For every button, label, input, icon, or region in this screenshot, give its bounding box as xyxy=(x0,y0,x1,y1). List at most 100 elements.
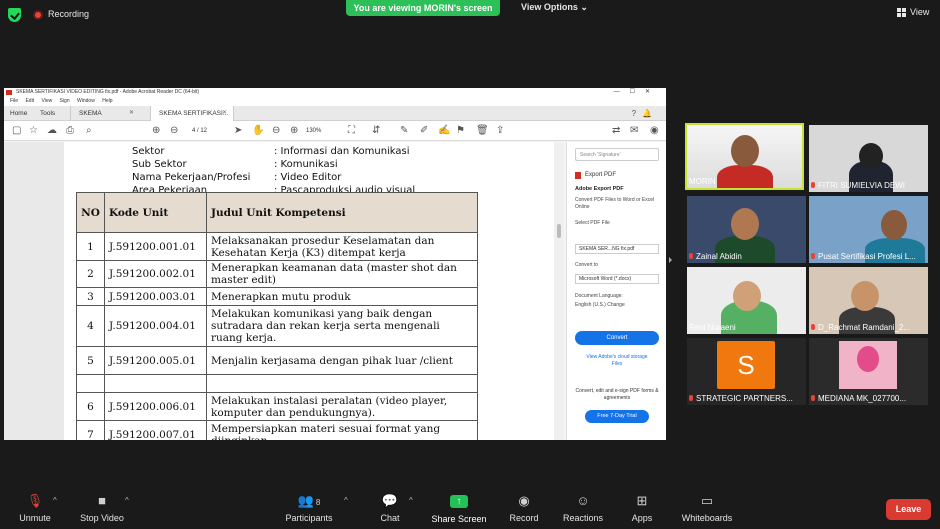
star-icon[interactable]: ☆ xyxy=(29,125,38,136)
stamp-icon[interactable]: ⚑ xyxy=(456,125,465,136)
close-icon[interactable]: ✕ xyxy=(129,106,134,121)
chevron-up-icon[interactable]: ^ xyxy=(53,496,57,505)
table-header-row: NO Kode Unit Judul Unit Kompetensi xyxy=(76,192,478,233)
upload-icon[interactable]: ☁ xyxy=(47,125,57,136)
cell-kode: J.591200.002.01 xyxy=(104,260,207,288)
view-button[interactable]: View xyxy=(910,7,929,17)
unmute-button[interactable]: 🎙 Unmute xyxy=(0,482,70,523)
share-screen-button[interactable]: ↑ Share Screen xyxy=(424,482,494,524)
tools-search-input[interactable]: Search 'Signature' xyxy=(575,148,659,161)
participants-button[interactable]: 👥 8 Participants xyxy=(274,482,344,523)
cell-no: 7 xyxy=(76,420,105,440)
participant-avatar: S xyxy=(717,341,775,389)
menu-sign[interactable]: Sign xyxy=(60,98,70,104)
muted-mic-icon xyxy=(811,182,815,188)
menu-help[interactable]: Help xyxy=(102,98,112,104)
selected-file-field[interactable]: SKEMA SER...NG fix.pdf xyxy=(575,244,659,254)
zoom-level[interactable]: 130% xyxy=(306,126,332,136)
comment-icon[interactable]: ✎ xyxy=(400,125,408,136)
participant-tile[interactable]: Pusat Sertifikasi Profesi L... xyxy=(809,196,928,263)
export-pdf-header[interactable]: Export PDF xyxy=(575,172,616,179)
account-icon[interactable]: ◉ xyxy=(650,125,659,136)
cell-kode: J.591200.007.01 xyxy=(104,420,207,440)
apps-button[interactable]: ⊞ Apps xyxy=(607,482,677,523)
select-tool-icon[interactable]: ➤ xyxy=(234,125,242,136)
page-down-icon[interactable]: ⊖ xyxy=(170,125,178,136)
chevron-up-icon[interactable]: ^ xyxy=(344,496,348,505)
document-scrollbar[interactable] xyxy=(554,142,564,440)
cell-judul: Mempersiapkan materi sesuai format yang … xyxy=(206,420,478,440)
view-options-button[interactable]: View Options ⌄ xyxy=(521,2,588,13)
chevron-up-icon[interactable]: ^ xyxy=(409,496,413,505)
search-icon[interactable]: ⌕ xyxy=(86,125,92,136)
scrollbar-thumb[interactable] xyxy=(557,224,561,238)
participant-tile[interactable]: MEDIANA MK_027700... xyxy=(809,338,928,405)
zoom-in-icon[interactable]: ⊕ xyxy=(290,125,298,136)
tab-document-1[interactable]: SKEMA SERTIFIKASI...✕ xyxy=(70,106,140,132)
cell-no: 4 xyxy=(76,305,105,347)
competency-table: NO Kode Unit Judul Unit Kompetensi 1 J.5… xyxy=(76,192,478,440)
participant-name: MORIN xyxy=(689,177,716,186)
participant-tile[interactable]: MORIN xyxy=(685,123,804,190)
zoom-out-icon[interactable]: ⊖ xyxy=(272,125,280,136)
menu-edit[interactable]: Edit xyxy=(25,98,34,104)
share-icon[interactable]: ⇄ xyxy=(612,125,620,136)
page-up-icon[interactable]: ⊕ xyxy=(152,125,160,136)
scroll-mode-icon[interactable]: ⇵ xyxy=(372,125,380,136)
tab-document-2[interactable]: SKEMA SERTIFIKASI... ✕ xyxy=(150,106,234,121)
participant-tile[interactable]: Zainal Abidin xyxy=(687,196,806,263)
participant-body xyxy=(717,165,773,188)
window-controls[interactable]: —☐✕ xyxy=(614,88,660,97)
tab-tools[interactable]: Tools xyxy=(40,106,55,121)
participant-tile[interactable]: D_Rachmat Ramdani_2... xyxy=(809,267,928,334)
menu-view[interactable]: View xyxy=(41,98,52,104)
participant-name: Reni Nuraeni xyxy=(689,323,736,332)
header-no: NO xyxy=(76,192,105,233)
draw-icon[interactable]: ✍ xyxy=(438,125,450,136)
hand-tool-icon[interactable]: ✋ xyxy=(252,125,264,136)
participant-tile[interactable]: Reni Nuraeni xyxy=(687,267,806,334)
delete-icon[interactable]: 🗑 xyxy=(476,125,489,136)
info-value: : Komunikasi xyxy=(274,159,338,170)
language-value[interactable]: English (U.S.) Change xyxy=(575,302,659,309)
grid-view-icon[interactable] xyxy=(897,8,906,17)
export-description: Convert PDF Files to Word or Excel Onlin… xyxy=(575,197,655,210)
table-row: 2 J.591200.002.01 Menerapkan keamanan da… xyxy=(76,260,478,288)
chat-button[interactable]: 💬 Chat xyxy=(355,482,425,523)
help-bell-icons[interactable]: ?🔔 xyxy=(632,109,658,118)
cell-kode: J.591200.004.01 xyxy=(104,305,207,347)
new-doc-icon[interactable]: ▢ xyxy=(12,125,21,136)
page-indicator[interactable]: 4 / 12 xyxy=(192,126,222,136)
close-icon[interactable]: ✕ xyxy=(222,106,227,121)
print-icon[interactable]: ⎙ xyxy=(66,125,74,136)
participant-face xyxy=(881,210,907,240)
highlight-icon[interactable]: ✐ xyxy=(420,125,428,136)
collapse-right-icon[interactable] xyxy=(669,257,672,263)
participant-tile[interactable]: FITRI SUMIELVIA DEWI xyxy=(809,125,928,192)
info-value: : Video Editor xyxy=(274,172,342,183)
convert-format-select[interactable]: Microsoft Word (*.docx) xyxy=(575,274,659,284)
table-row: 1 J.591200.001.01 Melaksanakan prosedur … xyxy=(76,232,478,261)
cloud-storage-link[interactable]: View Adobe's cloud storage Files xyxy=(581,354,653,368)
free-trial-button[interactable]: Free 7-Day Trial xyxy=(585,410,649,423)
adobe-export-title: Adobe Export PDF xyxy=(575,186,624,192)
top-bar: Recording You are viewing MORIN's screen… xyxy=(0,0,940,30)
participant-tile[interactable]: S STRATEGIC PARTNERS... xyxy=(687,338,806,405)
leave-button[interactable]: Leave xyxy=(886,499,931,520)
document-view[interactable]: Sektor : Informasi dan Komunikasi Sub Se… xyxy=(4,142,554,440)
fit-page-icon[interactable]: ⛶ xyxy=(348,125,355,136)
participant-name-text: Pusat Sertifikasi Profesi L... xyxy=(818,252,916,261)
tab-home[interactable]: Home xyxy=(10,106,27,121)
convert-button[interactable]: Convert xyxy=(575,331,659,345)
security-shield-icon[interactable] xyxy=(8,8,21,22)
menu-window[interactable]: Window xyxy=(77,98,95,104)
email-icon[interactable]: ✉ xyxy=(630,125,638,136)
whiteboards-label: Whiteboards xyxy=(681,513,733,523)
tab-document-2-label: SKEMA SERTIFIKASI... xyxy=(159,110,229,117)
more-tools-icon[interactable]: ⇪ xyxy=(496,125,504,136)
chevron-up-icon[interactable]: ^ xyxy=(125,496,129,505)
whiteboards-button[interactable]: ▭ Whiteboards xyxy=(672,482,742,523)
cell-kode: J.591200.003.01 xyxy=(104,287,207,306)
participant-name-text: STRATEGIC PARTNERS... xyxy=(696,394,793,403)
menu-file[interactable]: File xyxy=(10,98,18,104)
